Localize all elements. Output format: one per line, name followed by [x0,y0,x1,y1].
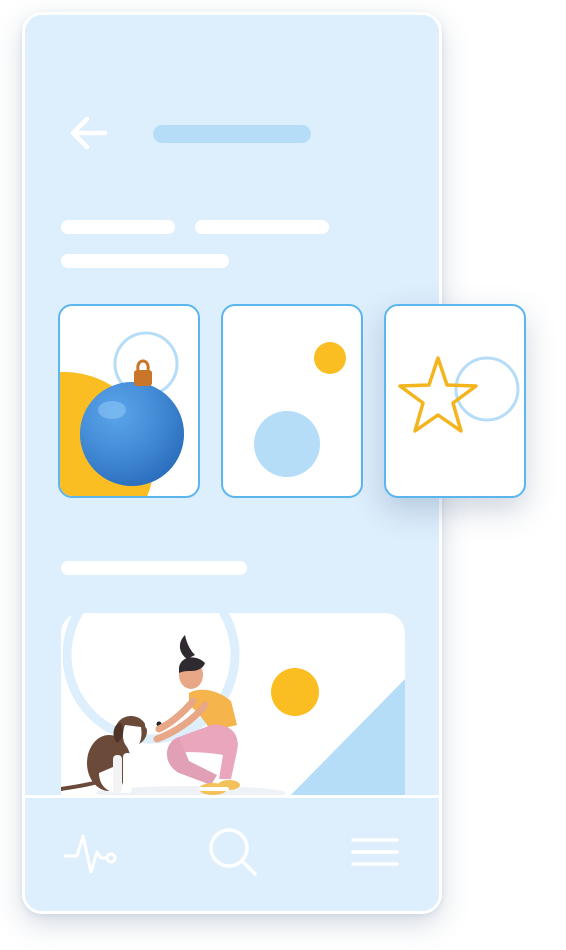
text-line-placeholder [61,220,175,234]
circles-icon [254,342,346,477]
featured-card[interactable] [61,613,405,803]
app-mockup [0,0,566,950]
arrow-left-icon [70,116,108,150]
card-ornament[interactable] [58,304,200,498]
christmas-ornament-icon [60,331,184,496]
tab-search[interactable] [203,822,263,882]
woman-petting-dog-illustration [61,613,405,803]
card-star[interactable] [384,304,526,498]
menu-icon [351,838,399,866]
search-icon [209,828,257,876]
title-placeholder [153,125,311,143]
tab-menu[interactable] [345,822,405,882]
text-line-placeholder [195,220,329,234]
tab-activity[interactable] [61,822,121,882]
bottom-tab-bar [25,795,439,911]
woman-figure [153,635,240,795]
back-button[interactable] [65,113,113,153]
card-circles[interactable] [221,304,363,498]
text-line-placeholder [61,254,229,268]
section-title-placeholder [61,561,247,575]
heartbeat-icon [63,834,117,874]
star-icon [398,356,520,433]
